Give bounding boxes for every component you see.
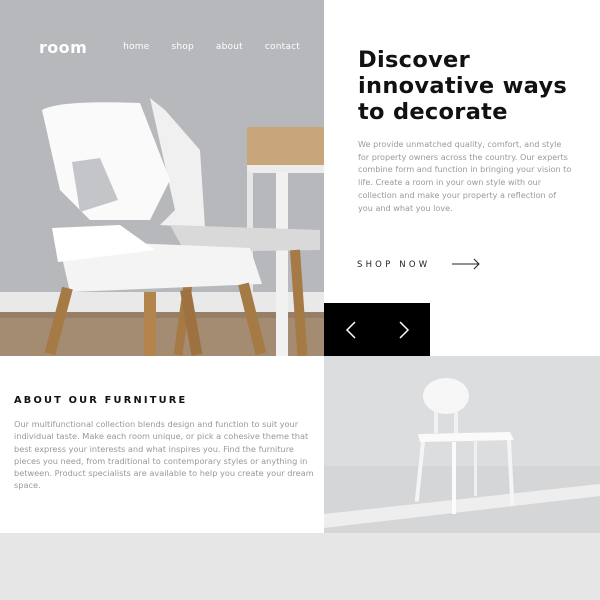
white-chair-photo [324, 356, 600, 533]
slider-controls [324, 303, 430, 356]
footer-band [0, 533, 600, 600]
nav-link-home[interactable]: home [123, 42, 149, 52]
shop-now-button[interactable]: SHOP NOW [357, 256, 487, 274]
arrow-right-icon [452, 258, 480, 270]
nav-link-shop[interactable]: shop [171, 42, 193, 52]
nav-link-contact[interactable]: contact [265, 42, 300, 52]
top-nav: room home shop about contact [0, 0, 324, 94]
chevron-right-icon [398, 320, 409, 339]
shop-now-label: SHOP NOW [357, 260, 431, 270]
about-section: ABOUT OUR FURNITURE Our multifunctional … [0, 356, 324, 533]
logo[interactable]: room [39, 38, 87, 57]
hero-title: Discover innovative ways to decorate [358, 47, 588, 125]
hero-title-line: to decorate [358, 99, 508, 125]
about-title: ABOUT OUR FURNITURE [14, 395, 188, 406]
nav-link-about[interactable]: about [216, 42, 243, 52]
about-image [324, 356, 600, 533]
about-description: Our multifunctional collection blends de… [14, 419, 314, 491]
chevron-left-icon [345, 320, 356, 339]
nav-links: home shop about contact [123, 42, 300, 52]
hero-description: We provide unmatched quality, comfort, a… [358, 139, 572, 213]
hero-title-line: Discover [358, 47, 470, 73]
hero-title-line: innovative ways [358, 73, 568, 99]
slider-prev-button[interactable] [324, 303, 377, 356]
slider-next-button[interactable] [377, 303, 430, 356]
